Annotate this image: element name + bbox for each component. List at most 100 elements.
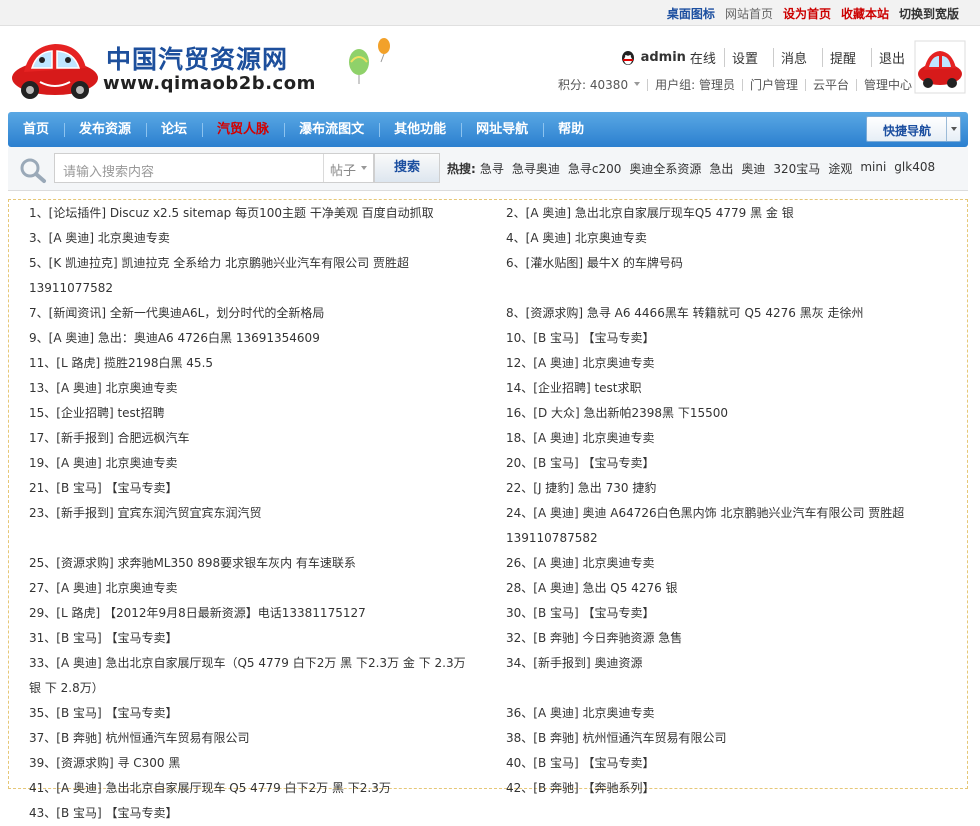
thread-item[interactable]: 13、[A 奥迪] 北京奥迪专卖 <box>9 376 488 401</box>
search-type-select[interactable]: 帖子 <box>323 154 373 182</box>
hot-keyword-link[interactable]: mini <box>860 160 886 177</box>
thread-item[interactable]: 37、[B 奔驰] 杭州恒通汽车贸易有限公司 <box>9 726 488 751</box>
thread-item[interactable]: 23、[新手报到] 宜宾东润汽贸宜宾东润汽贸 <box>9 501 488 551</box>
thread-item[interactable]: 19、[A 奥迪] 北京奥迪专卖 <box>9 451 488 476</box>
thread-list: 1、[论坛插件] Discuz x2.5 sitemap 每页100主题 干净美… <box>8 199 968 820</box>
search-bar: 请输入搜索内容 帖子 搜索 热搜: 急寻 急寻奥迪 急寻c200 奥迪全系资源 急出 奥迪… <box>8 147 968 191</box>
thread-item[interactable]: 39、[资源求购] 寻 C300 黑 <box>9 751 488 776</box>
balloon-icon <box>349 38 390 84</box>
admin-link[interactable]: 云平台 <box>813 76 849 93</box>
nav-item[interactable]: 发布资源 <box>64 112 146 147</box>
hot-keyword-link[interactable]: 途观 <box>828 160 852 177</box>
search-button[interactable]: 搜索 <box>374 153 440 183</box>
user-menu-link[interactable]: 退出 <box>870 48 912 67</box>
chevron-down-icon <box>946 117 960 141</box>
user-menu-link[interactable]: 设置 <box>723 48 765 67</box>
thread-item[interactable]: 12、[A 奥迪] 北京奥迪专卖 <box>488 351 967 376</box>
user-menu-link[interactable]: 提醒 <box>821 48 863 67</box>
thread-item[interactable]: 38、[B 奔驰] 杭州恒通汽车贸易有限公司 <box>488 726 967 751</box>
nav-item[interactable]: 论坛 <box>146 112 202 147</box>
nav-item[interactable]: 汽贸人脉 <box>202 112 284 147</box>
nav-item[interactable]: 帮助 <box>543 112 599 147</box>
thread-item[interactable]: 11、[L 路虎] 揽胜2198白黑 45.5 <box>9 351 488 376</box>
top-link[interactable]: 收藏本站 <box>836 5 894 22</box>
search-box: 请输入搜索内容 帖子 <box>54 153 374 183</box>
thread-item[interactable]: 15、[企业招聘] test招聘 <box>9 401 488 426</box>
divider <box>855 78 857 91</box>
thread-item[interactable]: 5、[K 凯迪拉克] 凯迪拉克 全系给力 北京鹏驰兴业汽车有限公司 贾胜超139… <box>9 251 488 301</box>
admin-link[interactable]: 门户管理 <box>750 76 798 93</box>
hot-keyword-link[interactable]: 奥迪全系资源 <box>629 160 701 177</box>
thread-item[interactable]: 35、[B 宝马] 【宝马专卖】 <box>9 701 488 726</box>
hot-search: 热搜: 急寻 急寻奥迪 急寻c200 奥迪全系资源 急出 奥迪 320宝马 途观 mini glk… <box>447 160 943 177</box>
divider <box>741 78 743 91</box>
thread-item[interactable]: 17、[新手报到] 合肥远枫汽车 <box>9 426 488 451</box>
thread-item[interactable]: 34、[新手报到] 奥迪资源 <box>488 651 967 701</box>
top-link[interactable]: 设为首页 <box>778 5 836 22</box>
avatar[interactable] <box>914 40 966 94</box>
divider <box>804 78 806 91</box>
thread-item[interactable]: 10、[B 宝马] 【宝马专卖】 <box>488 326 967 351</box>
hot-keyword-link[interactable]: 急寻奥迪 <box>512 160 560 177</box>
thread-item[interactable]: 40、[B 宝马] 【宝马专卖】 <box>488 751 967 776</box>
thread-item[interactable]: 36、[A 奥迪] 北京奥迪专卖 <box>488 701 967 726</box>
user-stats-row: 积分: 40380 用户组: 管理员 门户管理 云平台 管理中心 <box>558 76 912 93</box>
thread-item[interactable]: 43、[B 宝马] 【宝马专卖】 <box>9 801 488 826</box>
thread-item[interactable]: 33、[A 奥迪] 急出北京自家展厅现车（Q5 4779 白下2万 黑 下2.3… <box>9 651 488 701</box>
hot-keyword-link[interactable]: 320宝马 <box>773 160 820 177</box>
username-link[interactable]: admin <box>641 50 686 65</box>
divider <box>647 78 649 91</box>
thread-item[interactable]: 18、[A 奥迪] 北京奥迪专卖 <box>488 426 967 451</box>
thread-item[interactable]: 21、[B 宝马] 【宝马专卖】 <box>9 476 488 501</box>
thread-item[interactable]: 8、[资源求购] 急寻 A6 4466黑车 转籍就可 Q5 4276 黑灰 走徐… <box>488 301 967 326</box>
top-link[interactable]: 桌面图标 <box>662 5 720 22</box>
thread-item[interactable]: 14、[企业招聘] test求职 <box>488 376 967 401</box>
thread-item[interactable]: 7、[新闻资讯] 全新一代奥迪A6L，划分时代的全新格局 <box>9 301 488 326</box>
thread-item[interactable]: 25、[资源求购] 求奔驰ML350 898要求银车灰内 有车速联系 <box>9 551 488 576</box>
top-link[interactable]: 网站首页 <box>720 5 778 22</box>
quick-nav-button[interactable]: 快捷导航 <box>866 116 961 142</box>
top-links: 桌面图标 网站首页 设为首页 收藏本站 切换到宽版 <box>662 5 964 22</box>
site-title[interactable]: 中国汽贸资源网 <box>106 40 288 76</box>
thread-item[interactable]: 16、[D 大众] 急出新帕2398黑 下15500 <box>488 401 967 426</box>
thread-item[interactable]: 9、[A 奥迪] 急出：奥迪A6 4726白黑 13691354609 <box>9 326 488 351</box>
site-url[interactable]: www.qimaob2b.com <box>103 73 316 94</box>
hot-keyword-link[interactable]: 奥迪 <box>741 160 765 177</box>
car-logo-icon[interactable] <box>10 38 100 100</box>
top-link[interactable]: 切换到宽版 <box>894 5 964 22</box>
hot-keyword-link[interactable]: 急出 <box>709 160 733 177</box>
thread-item[interactable]: 3、[A 奥迪] 北京奥迪专卖 <box>9 226 488 251</box>
thread-item[interactable]: 4、[A 奥迪] 北京奥迪专卖 <box>488 226 967 251</box>
credits-dropdown[interactable]: 积分: 40380 <box>558 76 641 93</box>
thread-item[interactable]: 28、[A 奥迪] 急出 Q5 4276 银 <box>488 576 967 601</box>
user-info-row: admin 在线 设置 消息 提醒 退出 <box>620 48 912 67</box>
nav-item[interactable]: 瀑布流图文 <box>284 112 379 147</box>
nav-item[interactable]: 首页 <box>8 112 64 147</box>
thread-item[interactable]: 27、[A 奥迪] 北京奥迪专卖 <box>9 576 488 601</box>
thread-item[interactable]: 30、[B 宝马] 【宝马专卖】 <box>488 601 967 626</box>
user-group-link[interactable]: 用户组: 管理员 <box>655 76 735 93</box>
thread-item[interactable]: 24、[A 奥迪] 奥迪 A64726白色黑内饰 北京鹏驰兴业汽车有限公司 贾胜… <box>488 501 967 551</box>
thread-item[interactable]: 1、[论坛插件] Discuz x2.5 sitemap 每页100主题 干净美… <box>9 201 488 226</box>
chevron-down-icon <box>634 82 641 86</box>
thread-item[interactable]: 6、[灌水贴图] 最牛X 的车牌号码 <box>488 251 967 301</box>
thread-item[interactable]: 20、[B 宝马] 【宝马专卖】 <box>488 451 967 476</box>
online-status: 在线 <box>689 52 716 67</box>
main-nav: 首页 发布资源 论坛 汽贸人脉 瀑布流图文 其他功能 网址导航 帮助 快捷导航 <box>8 112 968 147</box>
search-input[interactable]: 请输入搜索内容 <box>63 161 154 180</box>
nav-item[interactable]: 网址导航 <box>461 112 543 147</box>
hot-search-label: 热搜: <box>447 162 476 176</box>
hot-keyword-link[interactable]: 急寻 <box>480 160 504 177</box>
thread-item[interactable]: 26、[A 奥迪] 北京奥迪专卖 <box>488 551 967 576</box>
admin-link[interactable]: 管理中心 <box>864 76 912 93</box>
hot-keyword-link[interactable]: 急寻c200 <box>568 160 622 177</box>
thread-item[interactable]: 29、[L 路虎] 【2012年9月8日最新资源】电话13381175127 <box>9 601 488 626</box>
user-menu-link[interactable]: 消息 <box>772 48 814 67</box>
thread-item[interactable]: 22、[J 捷豹] 急出 730 捷豹 <box>488 476 967 501</box>
thread-item[interactable]: 32、[B 奔驰] 今日奔驰资源 急售 <box>488 626 967 651</box>
thread-item[interactable]: 2、[A 奥迪] 急出北京自家展厅现车Q5 4779 黑 金 银 <box>488 201 967 226</box>
nav-item[interactable]: 其他功能 <box>379 112 461 147</box>
thread-item[interactable]: 31、[B 宝马] 【宝马专卖】 <box>9 626 488 651</box>
hot-keyword-link[interactable]: glk408 <box>894 160 935 177</box>
site-header: 中国汽贸资源网 www.qimaob2b.com admin 在线 设置 消息 提醒… <box>0 26 980 112</box>
